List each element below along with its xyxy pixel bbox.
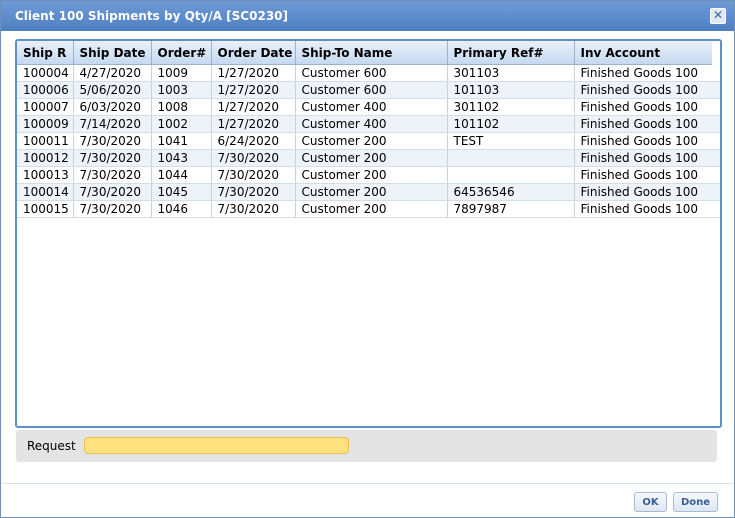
cell-ship-to-name: Customer 200 — [295, 183, 448, 201]
window-title: Client 100 Shipments by Qty/A [SC0230] — [15, 9, 288, 23]
cell-ship-to-name: Customer 600 — [295, 64, 448, 82]
table-body: 100004 4/27/2020 1009 1/27/2020 Customer 600… — [17, 64, 720, 218]
table-row[interactable]: 100015 7/30/2020 1046 7/30/2020 Customer 200… — [17, 200, 720, 218]
cell-inv-account: Finished Goods 100 — [574, 64, 720, 82]
header-row: Ship R Ship Date Order# Order Date Ship-… — [17, 41, 720, 65]
cell-primary-ref: 301102 — [447, 98, 575, 116]
cell-ship-to-name: Customer 200 — [295, 132, 448, 150]
cell-order-date: 7/30/2020 — [211, 149, 296, 167]
cell-ship-r: 100004 — [17, 64, 74, 82]
cell-ship-to-name: Customer 600 — [295, 81, 448, 99]
cell-ship-to-name: Customer 200 — [295, 149, 448, 167]
cell-order-number: 1043 — [151, 149, 212, 167]
table-row[interactable]: 100007 6/03/2020 1008 1/27/2020 Customer 400… — [17, 98, 720, 116]
cell-ship-date: 7/30/2020 — [73, 132, 152, 150]
cell-ship-r: 100007 — [17, 98, 74, 116]
cell-primary-ref: TEST — [447, 132, 575, 150]
cell-primary-ref — [447, 149, 575, 167]
close-button[interactable]: ✕ — [710, 8, 726, 24]
cell-order-number: 1046 — [151, 200, 212, 218]
cell-order-number: 1045 — [151, 183, 212, 201]
cell-ship-date: 7/30/2020 — [73, 200, 152, 218]
cell-primary-ref: 101102 — [447, 115, 575, 133]
cell-ship-to-name: Customer 200 — [295, 166, 448, 184]
cell-order-date: 1/27/2020 — [211, 115, 296, 133]
cell-primary-ref: 7897987 — [447, 200, 575, 218]
close-icon: ✕ — [712, 8, 724, 22]
column-header-ship-r[interactable]: Ship R — [17, 41, 74, 65]
cell-order-number: 1009 — [151, 64, 212, 82]
done-button[interactable]: Done — [673, 492, 718, 512]
cell-ship-to-name: Customer 400 — [295, 98, 448, 116]
request-label: Request — [27, 439, 76, 453]
column-header-order-date[interactable]: Order Date — [211, 41, 296, 65]
cell-primary-ref — [447, 166, 575, 184]
cell-ship-date: 6/03/2020 — [73, 98, 152, 116]
cell-order-number: 1044 — [151, 166, 212, 184]
shipments-grid: Ship R Ship Date Order# Order Date Ship-… — [15, 39, 722, 428]
cell-ship-date: 7/14/2020 — [73, 115, 152, 133]
column-header-inv-account[interactable]: Inv Account — [574, 41, 720, 65]
cell-order-date: 6/24/2020 — [211, 132, 296, 150]
request-panel: Request — [16, 430, 717, 462]
cell-inv-account: Finished Goods 100 — [574, 149, 720, 167]
cell-ship-r: 100015 — [17, 200, 74, 218]
cell-ship-date: 4/27/2020 — [73, 64, 152, 82]
cell-ship-r: 100012 — [17, 149, 74, 167]
column-header-ship-date[interactable]: Ship Date — [73, 41, 152, 65]
cell-inv-account: Finished Goods 100 — [574, 200, 720, 218]
cell-order-date: 7/30/2020 — [211, 200, 296, 218]
table-row[interactable]: 100009 7/14/2020 1002 1/27/2020 Customer 400… — [17, 115, 720, 133]
ok-button[interactable]: OK — [634, 492, 667, 512]
cell-ship-date: 7/30/2020 — [73, 166, 152, 184]
cell-inv-account: Finished Goods 100 — [574, 98, 720, 116]
cell-order-number: 1003 — [151, 81, 212, 99]
cell-primary-ref: 101103 — [447, 81, 575, 99]
cell-inv-account: Finished Goods 100 — [574, 183, 720, 201]
cell-ship-r: 100011 — [17, 132, 74, 150]
table-row[interactable]: 100012 7/30/2020 1043 7/30/2020 Customer 200… — [17, 149, 720, 167]
shipments-table: Ship R Ship Date Order# Order Date Ship-… — [17, 41, 720, 218]
cell-ship-r: 100009 — [17, 115, 74, 133]
table-row[interactable]: 100004 4/27/2020 1009 1/27/2020 Customer 600… — [17, 64, 720, 82]
dialog-window: Client 100 Shipments by Qty/A [SC0230] ✕… — [0, 0, 735, 518]
cell-ship-to-name: Customer 400 — [295, 115, 448, 133]
column-header-order-number[interactable]: Order# — [151, 41, 212, 65]
scrollbar-corner — [712, 41, 720, 65]
cell-inv-account: Finished Goods 100 — [574, 81, 720, 99]
cell-order-number: 1002 — [151, 115, 212, 133]
cell-ship-r: 100006 — [17, 81, 74, 99]
cell-ship-to-name: Customer 200 — [295, 200, 448, 218]
column-header-ship-to-name[interactable]: Ship-To Name — [295, 41, 448, 65]
cell-ship-r: 100013 — [17, 166, 74, 184]
cell-order-date: 1/27/2020 — [211, 98, 296, 116]
title-bar[interactable]: Client 100 Shipments by Qty/A [SC0230] ✕ — [1, 1, 734, 31]
column-header-primary-ref[interactable]: Primary Ref# — [447, 41, 575, 65]
cell-order-date: 1/27/2020 — [211, 64, 296, 82]
cell-order-number: 1008 — [151, 98, 212, 116]
cell-order-date: 1/27/2020 — [211, 81, 296, 99]
request-input[interactable] — [84, 437, 349, 454]
cell-ship-date: 5/06/2020 — [73, 81, 152, 99]
cell-inv-account: Finished Goods 100 — [574, 132, 720, 150]
cell-order-number: 1041 — [151, 132, 212, 150]
table-row[interactable]: 100006 5/06/2020 1003 1/27/2020 Customer 600… — [17, 81, 720, 99]
footer-divider — [1, 483, 734, 484]
cell-primary-ref: 64536546 — [447, 183, 575, 201]
table-row[interactable]: 100014 7/30/2020 1045 7/30/2020 Customer 200… — [17, 183, 720, 201]
cell-order-date: 7/30/2020 — [211, 166, 296, 184]
table-row[interactable]: 100011 7/30/2020 1041 6/24/2020 Customer 200… — [17, 132, 720, 150]
cell-ship-r: 100014 — [17, 183, 74, 201]
cell-inv-account: Finished Goods 100 — [574, 166, 720, 184]
cell-ship-date: 7/30/2020 — [73, 149, 152, 167]
cell-inv-account: Finished Goods 100 — [574, 115, 720, 133]
cell-ship-date: 7/30/2020 — [73, 183, 152, 201]
table-row[interactable]: 100013 7/30/2020 1044 7/30/2020 Customer 200… — [17, 166, 720, 184]
cell-order-date: 7/30/2020 — [211, 183, 296, 201]
cell-primary-ref: 301103 — [447, 64, 575, 82]
